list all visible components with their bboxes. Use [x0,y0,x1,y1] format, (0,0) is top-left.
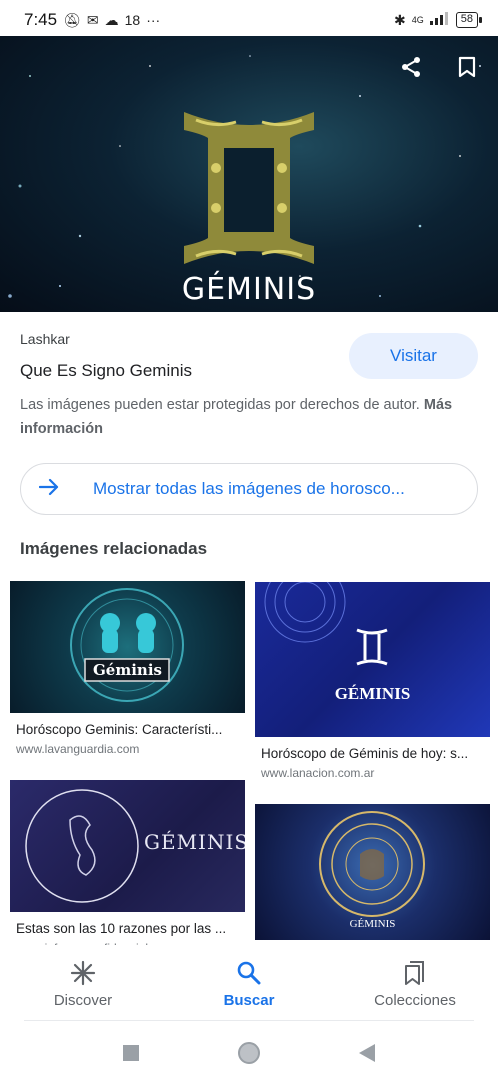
hero-image[interactable]: GÉMINIS [0,36,498,312]
gemini-symbol-icon [176,108,322,273]
arrow-right-icon [38,476,67,502]
system-navigation [0,1025,498,1080]
asterisk-icon [70,958,96,988]
nav-label: Colecciones [374,991,456,1009]
related-caption: Horóscopo Geminis: Característi... [16,722,223,737]
bookmark-button[interactable] [454,54,480,80]
status-bar: 7:45 🔕︎ ✉︎ ☁︎ 18 ··· ✱ 4G 58 [0,0,498,40]
cloud-icon: ☁︎ [104,11,119,28]
related-thumbnail: GÉMINIS [10,780,245,912]
related-card[interactable]: GÉMINIS Estas son las 10 razones por las… [10,780,245,955]
divider [24,1020,474,1021]
show-all-label: Mostrar todas las imágenes de horosco... [93,479,405,498]
bookmark-icon [458,56,476,78]
network-type: 4G [411,15,424,25]
recents-button[interactable] [117,1039,145,1067]
copyright-text: Las imágenes pueden estar protegidas por… [20,397,420,413]
square-icon [123,1044,139,1061]
visit-button[interactable]: Visitar [349,333,478,379]
temperature-text: 18 [124,12,141,28]
signal-icon [429,11,450,30]
related-card[interactable]: GÉMINIS Horóscopo de Géminis de hoy: s..… [255,582,490,780]
related-thumbnail: GÉMINIS [255,582,490,737]
share-icon [402,57,420,77]
nav-discover[interactable]: Discover [0,945,166,1021]
related-thumbnail: GÉMINIS [255,804,490,940]
status-time: 7:45 [24,10,58,29]
related-caption: Estas son las 10 razones por las ... [16,921,227,936]
circle-icon [238,1041,260,1064]
triangle-back-icon [359,1043,375,1062]
related-card[interactable]: Géminis Horóscopo Geminis: Característi.… [10,581,245,756]
related-caption: Horóscopo de Géminis de hoy: s... [261,746,469,761]
back-button[interactable] [353,1039,381,1067]
copyright-notice: Las imágenes pueden estar protegidas por… [20,393,480,441]
search-icon [236,958,262,988]
result-title[interactable]: Que Es Signo Geminis [20,361,192,381]
related-thumbnail: Géminis [10,581,245,713]
bluetooth-icon: ✱ [394,11,406,28]
share-button[interactable] [398,54,424,80]
thumb-label: GÉMINIS [334,684,411,703]
bottom-navigation: Discover Buscar Colecciones [0,945,498,1021]
related-domain: www.lavanguardia.com [16,742,140,756]
home-button[interactable] [235,1039,263,1067]
nav-buscar[interactable]: Buscar [166,945,332,1021]
related-heading: Imágenes relacionadas [20,539,208,558]
thumb-label: Géminis [93,661,162,679]
show-all-images-button[interactable]: Mostrar todas las imágenes de horosco... [20,463,478,515]
source-name: Lashkar [20,331,70,347]
thumb-label: GÉMINIS [144,830,245,854]
nav-label: Discover [53,991,113,1009]
related-domain: www.lanacion.com.ar [261,766,375,780]
muted-bell-icon: 🔕︎ [63,11,81,28]
thumb-label: GÉMINIS [349,918,396,930]
battery-icon: 58 [455,12,483,28]
related-card[interactable]: GÉMINIS [255,804,490,940]
collections-icon [403,958,427,988]
hero-title: GÉMINIS [181,272,317,307]
more-notifications-icon: ··· [146,12,161,28]
nav-label: Buscar [223,991,275,1009]
gmail-icon: ✉︎ [86,11,99,28]
nav-colecciones[interactable]: Colecciones [332,945,498,1021]
